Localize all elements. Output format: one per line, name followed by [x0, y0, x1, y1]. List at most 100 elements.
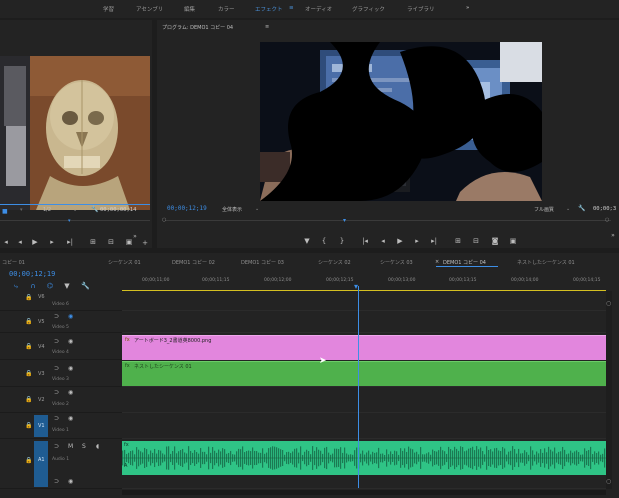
timeline-magnet-icon[interactable]: ∩ [29, 282, 37, 290]
timeline-tab-demo-copy02[interactable]: DEMO1 コピー 02 [172, 259, 215, 266]
scrollbar-handle-bottom-icon[interactable]: ○ [606, 478, 611, 485]
program-export-frame-camera-icon[interactable]: ◙ [490, 237, 500, 245]
lock-icon[interactable]: 🔒 [25, 294, 32, 301]
lock-icon[interactable]: 🔒 [25, 343, 32, 350]
track-lane-v5[interactable] [122, 311, 606, 333]
solo-icon[interactable]: S [82, 443, 86, 450]
program-timecode-current[interactable]: 00;00;12;19 [167, 205, 207, 212]
timeline-tab-seq03[interactable]: シーケンス 03 [380, 259, 413, 266]
timeline-horizontal-scrollbar[interactable] [122, 490, 606, 495]
source-zoom-chevron-icon[interactable]: ⌄ [73, 207, 77, 213]
timeline-linked-selection-icon[interactable]: ⌬ [46, 282, 54, 290]
timeline-tab-copy01[interactable]: コピー 01 [2, 259, 25, 266]
workspace-tab-learn[interactable]: 学習 [103, 5, 114, 13]
voiceover-mic-icon[interactable]: ◖ [96, 443, 99, 450]
timeline-playhead-icon[interactable]: ▾ [354, 282, 358, 291]
program-lift-icon[interactable]: ⊞ [453, 237, 463, 245]
timeline-tab-demo-copy03[interactable]: DEMO1 コピー 03 [241, 259, 284, 266]
timeline-tab-demo-copy04[interactable]: DEMO1 コピー 04 [443, 259, 486, 266]
program-goto-in-icon[interactable]: |◂ [360, 237, 370, 245]
lock-icon[interactable]: 🔒 [25, 422, 32, 429]
program-mark-in-icon[interactable]: { [320, 237, 328, 245]
lock-icon[interactable]: 🔒 [25, 396, 32, 403]
lock-icon[interactable]: 🔒 [25, 318, 32, 325]
program-goto-out-icon[interactable]: ▸| [429, 237, 439, 245]
program-quality-chevron-icon[interactable]: ⌄ [566, 206, 570, 212]
workspace-tab-assembly[interactable]: アセンブリ [136, 5, 163, 13]
track-lane-v1[interactable] [122, 413, 606, 439]
clip-audio[interactable]: fx A [122, 441, 606, 475]
program-compare-icon[interactable]: ▣ [508, 237, 518, 245]
program-monitor-menu-icon[interactable]: ≡ [265, 24, 269, 30]
clip-artboard-png[interactable]: fx アートボード3_2書道英8000.png [122, 335, 606, 360]
timeline-timecode[interactable]: 00;00;12;19 [9, 270, 55, 278]
sync-lock-icon[interactable]: ⊃ [54, 365, 59, 372]
program-fit-chevron-icon[interactable]: ⌄ [255, 206, 259, 212]
source-more-icon[interactable]: » [131, 233, 139, 241]
eye-icon[interactable]: ◉ [68, 365, 73, 372]
eye-icon[interactable]: ◉ [68, 389, 73, 396]
workspace-tab-edit[interactable]: 編集 [184, 5, 195, 13]
clip-nested-sequence[interactable]: fx ネストしたシーケンス 01 [122, 361, 606, 386]
workspace-tab-audio[interactable]: オーディオ [305, 5, 332, 13]
program-quality-select[interactable]: フル画質 [534, 206, 554, 213]
lock-icon[interactable]: 🔒 [25, 457, 32, 464]
sync-lock-icon[interactable]: ⊃ [54, 478, 59, 485]
program-monitor-title[interactable]: プログラム: DEMO1 コピー 04 [162, 24, 233, 31]
timeline-tab-seq02[interactable]: シーケンス 02 [318, 259, 351, 266]
source-zoom-select[interactable]: 1/2 [43, 207, 51, 213]
track-lane-v6[interactable] [122, 291, 606, 311]
workspace-tab-graphics[interactable]: グラフィック [352, 5, 385, 13]
source-step-back-frame-icon[interactable]: ◂ [16, 238, 24, 246]
program-playhead-icon[interactable]: ▾ [343, 217, 346, 224]
sync-lock-icon[interactable]: ⊃ [54, 443, 59, 450]
source-add-button-icon[interactable]: + [141, 239, 149, 247]
source-step-back-icon[interactable]: ◂ [2, 238, 10, 246]
timeline-tab-seq01[interactable]: シーケンス 01 [108, 259, 141, 266]
track-lane-v2[interactable] [122, 387, 606, 413]
workspace-tab-effects[interactable]: エフェクト [255, 5, 283, 13]
program-step-forward-icon[interactable]: ▸ [413, 237, 421, 245]
program-more-icon[interactable]: » [609, 232, 617, 240]
source-overwrite-icon[interactable]: ⊟ [106, 238, 116, 246]
workspace-menu-icon[interactable]: ≡ [289, 5, 294, 11]
sync-lock-icon[interactable]: ⊃ [54, 338, 59, 345]
program-mark-out-icon[interactable]: } [338, 237, 346, 245]
timeline-tab-nested-seq01[interactable]: ネストしたシーケンス 01 [517, 259, 575, 266]
source-settings-wrench-icon[interactable]: 🔧 [91, 206, 98, 213]
program-scrub-bar[interactable] [165, 220, 611, 221]
more-workspaces-icon[interactable]: » [466, 5, 469, 11]
timeline-settings-wrench-icon[interactable]: 🔧 [81, 282, 90, 290]
source-playhead-icon[interactable]: ▾ [68, 218, 71, 224]
timeline-snap-icon[interactable]: ⤷ [12, 282, 20, 290]
eye-icon[interactable]: ◉ [68, 338, 73, 345]
source-patch-a1[interactable] [34, 441, 48, 487]
workspace-tab-libraries[interactable]: ライブラリ [407, 5, 435, 13]
scrollbar-handle-top-icon[interactable]: ○ [606, 300, 611, 307]
program-extract-icon[interactable]: ⊟ [471, 237, 481, 245]
program-settings-wrench-icon[interactable]: 🔧 [578, 205, 585, 212]
source-scrub-bar[interactable] [0, 204, 150, 205]
sync-lock-icon[interactable]: ⊃ [54, 389, 59, 396]
timeline-vertical-scrollbar[interactable] [606, 291, 612, 489]
source-play-icon[interactable]: ▶ [31, 238, 39, 246]
program-fit-select[interactable]: 全体表示 [222, 206, 242, 213]
eye-icon[interactable]: ◉ [68, 478, 73, 485]
program-step-back-icon[interactable]: ◂ [379, 237, 387, 245]
timeline-playhead-line[interactable] [358, 286, 359, 488]
source-step-forward-icon[interactable]: ▸ [48, 238, 56, 246]
sync-lock-icon[interactable]: ⊃ [54, 313, 59, 320]
program-play-icon[interactable]: ▶ [396, 237, 404, 245]
timeline-tab-close-icon[interactable]: × [435, 259, 439, 265]
timeline-add-marker-icon[interactable]: ▼ [63, 282, 71, 290]
source-goto-out-icon[interactable]: ▸| [66, 238, 74, 246]
eye-icon[interactable]: ◉ [68, 313, 73, 320]
workspace-tab-color[interactable]: カラー [218, 5, 235, 13]
sync-lock-icon[interactable]: ⊃ [54, 415, 59, 422]
program-add-marker-icon[interactable]: ▼ [303, 237, 311, 245]
lock-icon[interactable]: 🔒 [25, 370, 32, 377]
source-marker-icon[interactable]: ■ [2, 208, 8, 215]
eye-icon[interactable]: ◉ [68, 415, 73, 422]
source-insert-icon[interactable]: ⊞ [88, 238, 98, 246]
mute-icon[interactable]: M [68, 443, 73, 450]
